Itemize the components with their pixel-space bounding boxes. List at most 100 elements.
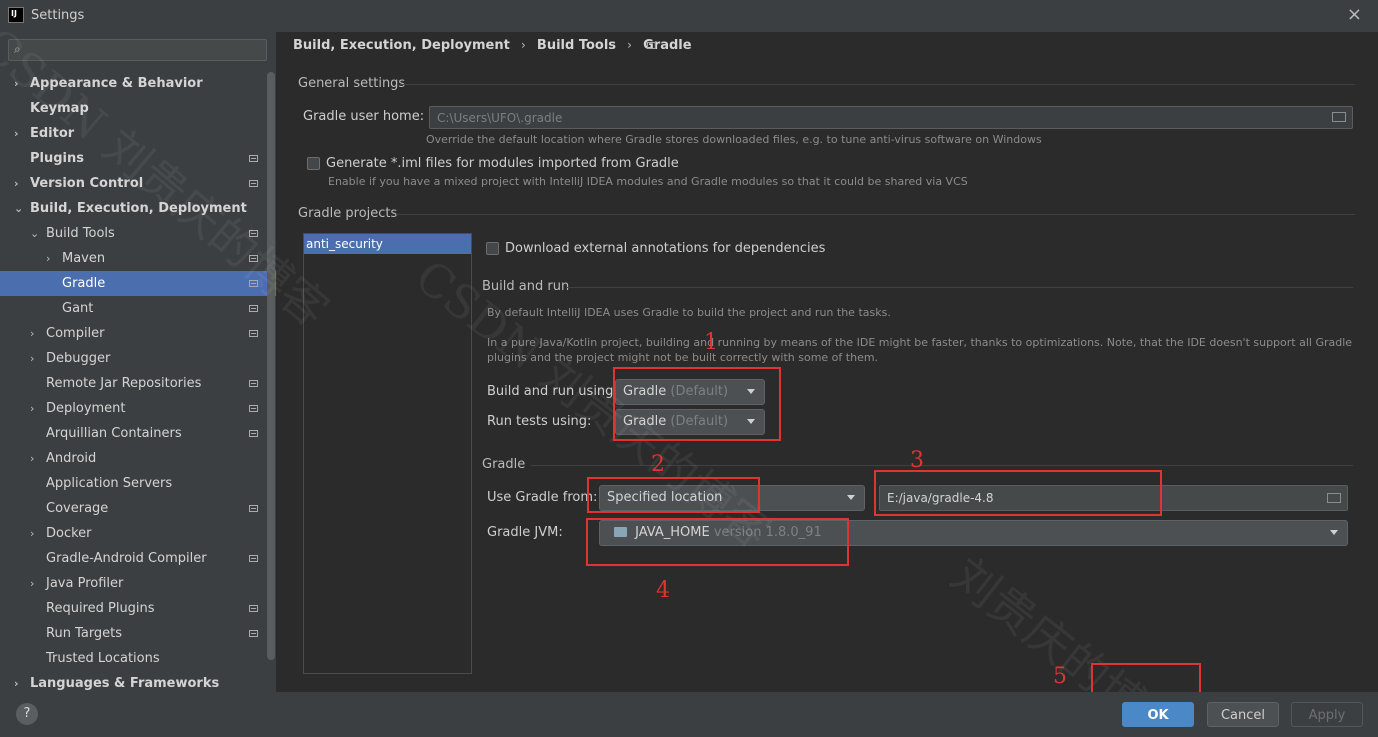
- chevron-right-icon[interactable]: ›: [30, 446, 34, 471]
- annotation-number-5: 5: [1053, 664, 1067, 689]
- chevron-right-icon[interactable]: ›: [30, 346, 34, 371]
- sidebar-item[interactable]: Gant: [0, 296, 262, 321]
- sidebar-item-label: Application Servers: [46, 476, 173, 491]
- help-icon[interactable]: ?: [16, 703, 38, 725]
- breadcrumb: Build, Execution, Deployment › Build Too…: [293, 38, 692, 53]
- project-scope-icon: [647, 42, 656, 49]
- sidebar-item-label: Java Profiler: [46, 576, 124, 591]
- chevron-right-icon[interactable]: ›: [30, 571, 34, 596]
- chevron-down-icon: [847, 495, 855, 500]
- build-and-run-hint: By default IntelliJ IDEA uses Gradle to …: [487, 306, 891, 319]
- project-scope-icon: [249, 555, 258, 562]
- sidebar-item-label: Remote Jar Repositories: [46, 376, 202, 391]
- generate-iml-label: Generate *.iml files for modules importe…: [326, 156, 679, 171]
- sidebar-item[interactable]: Run Targets: [0, 621, 262, 646]
- chevron-right-icon[interactable]: ›: [30, 521, 34, 546]
- sidebar-item-label: Gradle: [62, 276, 106, 291]
- sidebar-item-label: Gant: [62, 301, 94, 316]
- sidebar-item-label: Trusted Locations: [46, 651, 160, 666]
- chevron-right-icon[interactable]: ›: [14, 171, 19, 196]
- sidebar-item[interactable]: Trusted Locations: [0, 646, 262, 671]
- annotation-number-3: 3: [910, 448, 924, 473]
- sidebar-item-label: Deployment: [46, 401, 126, 416]
- sidebar-item-label: Required Plugins: [46, 601, 155, 616]
- window-title: Settings: [31, 8, 85, 23]
- sidebar-item-label: Arquillian Containers: [46, 426, 182, 441]
- sidebar-item-label: Gradle-Android Compiler: [46, 551, 207, 566]
- gradle-user-home-value: C:\Users\UFO\.gradle: [437, 111, 563, 125]
- annotation-number-1: 1: [704, 330, 718, 355]
- generate-iml-hint: Enable if you have a mixed project with …: [328, 175, 968, 188]
- sidebar-item-label: Maven: [62, 251, 106, 266]
- sidebar-item[interactable]: › Deployment: [0, 396, 262, 421]
- sidebar-item[interactable]: Remote Jar Repositories: [0, 371, 262, 396]
- project-scope-icon: [249, 180, 258, 187]
- sidebar-item[interactable]: › Docker: [0, 521, 262, 546]
- use-gradle-from-label: Use Gradle from:: [487, 490, 598, 505]
- project-scope-icon: [249, 405, 258, 412]
- project-scope-icon: [249, 430, 258, 437]
- breadcrumb-build-tools[interactable]: Build Tools: [537, 38, 616, 53]
- general-settings-title: General settings: [298, 76, 406, 91]
- project-scope-icon: [249, 630, 258, 637]
- annotation-box-4: [586, 518, 849, 566]
- project-scope-icon: [249, 605, 258, 612]
- chevron-down-icon[interactable]: ⌄: [30, 221, 39, 246]
- project-scope-icon: [249, 305, 258, 312]
- sidebar-item-label: Run Targets: [46, 626, 123, 641]
- chevron-right-icon[interactable]: ›: [30, 321, 34, 346]
- project-scope-icon: [249, 155, 258, 162]
- project-scope-icon: [249, 330, 258, 337]
- sidebar-item-label: Debugger: [46, 351, 111, 366]
- sidebar-item[interactable]: Application Servers: [0, 471, 262, 496]
- sidebar-item[interactable]: › Debugger: [0, 346, 262, 371]
- breadcrumb-build-execution-deployment[interactable]: Build, Execution, Deployment: [293, 38, 510, 53]
- sidebar-item-label: Docker: [46, 526, 92, 541]
- sidebar-item-label: Coverage: [46, 501, 109, 516]
- folder-icon[interactable]: [1332, 112, 1346, 122]
- chevron-right-icon[interactable]: ›: [30, 396, 34, 421]
- gradle-user-home-hint: Override the default location where Grad…: [426, 133, 1042, 146]
- folder-icon[interactable]: [1327, 493, 1341, 503]
- build-and-run-note-line1: In a pure Java/Kotlin project, building …: [487, 336, 1353, 349]
- chevron-down-icon[interactable]: ⌄: [14, 196, 23, 221]
- annotation-box-3: [874, 470, 1162, 516]
- annotation-box-1: [613, 367, 781, 441]
- chevron-right-icon[interactable]: ›: [46, 246, 50, 271]
- build-and-run-divider: [566, 287, 1353, 288]
- sidebar-item[interactable]: › Android: [0, 446, 262, 471]
- gradle-jvm-label: Gradle JVM:: [487, 525, 563, 540]
- chevron-right-icon[interactable]: ›: [14, 121, 19, 146]
- project-scope-icon: [249, 505, 258, 512]
- download-annotations-checkbox[interactable]: [486, 242, 499, 255]
- sidebar-item-label: Compiler: [46, 326, 105, 341]
- cancel-button[interactable]: Cancel: [1207, 702, 1279, 727]
- chevron-down-icon: [1330, 530, 1338, 535]
- gradle-user-home-label: Gradle user home:: [303, 109, 425, 124]
- breadcrumb-separator: ›: [520, 38, 526, 52]
- annotation-number-2: 2: [651, 452, 665, 477]
- sidebar-item[interactable]: Gradle-Android Compiler: [0, 546, 262, 571]
- annotation-box-2: [587, 477, 760, 513]
- sidebar-item[interactable]: Arquillian Containers: [0, 421, 262, 446]
- download-annotations-label: Download external annotations for depend…: [505, 241, 826, 256]
- title-bar: [0, 0, 1378, 32]
- sidebar-item[interactable]: Required Plugins: [0, 596, 262, 621]
- gradle-projects-divider: [396, 214, 1355, 215]
- gradle-projects-title: Gradle projects: [298, 206, 398, 221]
- apply-button[interactable]: Apply: [1291, 702, 1363, 727]
- generate-iml-checkbox[interactable]: [307, 157, 320, 170]
- sidebar-item[interactable]: › Compiler: [0, 321, 262, 346]
- sidebar-item[interactable]: › Java Profiler: [0, 571, 262, 596]
- sidebar-item[interactable]: Coverage: [0, 496, 262, 521]
- annotation-number-4: 4: [656, 578, 670, 603]
- gradle-section-title: Gradle: [482, 457, 526, 472]
- project-scope-icon: [249, 380, 258, 387]
- gradle-user-home-field[interactable]: C:\Users\UFO\.gradle: [429, 106, 1353, 129]
- sidebar-scrollbar[interactable]: [267, 72, 275, 660]
- general-settings-divider: [400, 84, 1355, 85]
- breadcrumb-separator: ›: [627, 38, 632, 52]
- close-icon[interactable]: ×: [1347, 4, 1362, 25]
- sidebar-item-label: Android: [46, 451, 97, 466]
- ok-button[interactable]: OK: [1122, 702, 1194, 727]
